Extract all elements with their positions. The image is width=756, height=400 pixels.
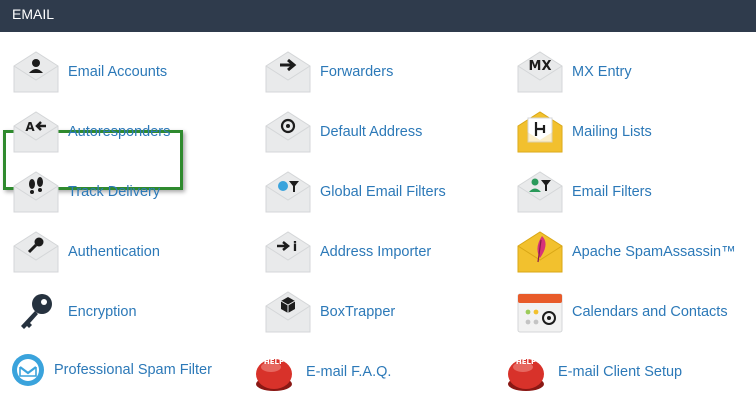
encryption-label: Encryption [68, 304, 137, 320]
help-glyph-faq: HELP [264, 358, 284, 366]
default-address-link[interactable]: Default Address [262, 106, 422, 158]
encryption-link[interactable]: Encryption [10, 286, 137, 338]
help-glyph-setup: HELP [516, 358, 536, 366]
mailing-lists-link[interactable]: Mailing Lists [514, 106, 652, 158]
email-client-setup-link[interactable]: HELP E-mail Client Setup [500, 346, 682, 398]
email-faq-label: E-mail F.A.Q. [306, 364, 392, 380]
email-accounts-label: Email Accounts [68, 64, 168, 80]
email-section-header: EMAIL [0, 0, 756, 32]
section-title: EMAIL [12, 6, 55, 22]
forwarders-label: Forwarders [320, 64, 394, 80]
autoresponder-glyph: A [25, 120, 35, 134]
email-filters-label: Email Filters [572, 184, 652, 200]
autoresponders-label: Autoresponders [68, 124, 171, 140]
help-button-icon: HELP [248, 349, 300, 395]
at-sign-icon [262, 109, 314, 155]
email-tools-grid: Email Accounts Forwarders MX MX Entry A … [0, 32, 756, 400]
globe-filter-icon [262, 169, 314, 215]
email-accounts-link[interactable]: Email Accounts [10, 46, 167, 98]
import-info-icon: i [262, 229, 314, 275]
email-faq-link[interactable]: HELP E-mail F.A.Q. [248, 346, 391, 398]
forwarders-link[interactable]: Forwarders [262, 46, 393, 98]
arrow-right-icon [262, 49, 314, 95]
autoresponders-icon: A [10, 109, 62, 155]
autoresponders-link[interactable]: A Autoresponders [10, 106, 170, 158]
address-importer-link[interactable]: i Address Importer [262, 226, 431, 278]
calendar-icon [514, 289, 566, 335]
footprints-icon [10, 169, 62, 215]
professional-spam-filter-link[interactable]: Professional Spam Filter [8, 344, 212, 396]
global-email-filters-link[interactable]: Global Email Filters [262, 166, 446, 218]
track-delivery-label: Track Delivery [68, 184, 161, 200]
address-importer-label: Address Importer [320, 244, 432, 260]
key-large-icon [10, 289, 62, 335]
boxtrapper-link[interactable]: BoxTrapper [262, 286, 395, 338]
email-accounts-icon [10, 49, 62, 95]
box-icon [262, 289, 314, 335]
mx-glyph: MX [529, 59, 552, 74]
mx-entry-icon: MX [514, 49, 566, 95]
boxtrapper-label: BoxTrapper [320, 304, 396, 320]
mx-entry-link[interactable]: MX MX Entry [514, 46, 632, 98]
help-button-icon-2: HELP [500, 349, 552, 395]
mx-entry-label: MX Entry [572, 64, 632, 80]
track-delivery-link[interactable]: Track Delivery [10, 166, 160, 218]
apache-spamassassin-link[interactable]: Apache SpamAssassin™ [514, 226, 736, 278]
calendars-contacts-label: Calendars and Contacts [572, 304, 728, 320]
info-glyph: i [293, 240, 297, 255]
calendars-contacts-link[interactable]: Calendars and Contacts [514, 286, 728, 338]
mailing-lists-label: Mailing Lists [572, 124, 652, 140]
email-client-setup-label: E-mail Client Setup [558, 364, 683, 380]
default-address-label: Default Address [320, 124, 423, 140]
authentication-link[interactable]: Authentication [10, 226, 160, 278]
email-filters-link[interactable]: Email Filters [514, 166, 652, 218]
global-email-filters-label: Global Email Filters [320, 184, 446, 200]
feather-icon [514, 229, 566, 275]
apache-spamassassin-label: Apache SpamAssassin™ [572, 244, 736, 260]
spam-filter-icon [8, 347, 48, 393]
professional-spam-filter-label: Professional Spam Filter [54, 362, 212, 378]
mailing-lists-icon [514, 109, 566, 155]
key-small-icon [10, 229, 62, 275]
authentication-label: Authentication [68, 244, 160, 260]
user-filter-icon [514, 169, 566, 215]
